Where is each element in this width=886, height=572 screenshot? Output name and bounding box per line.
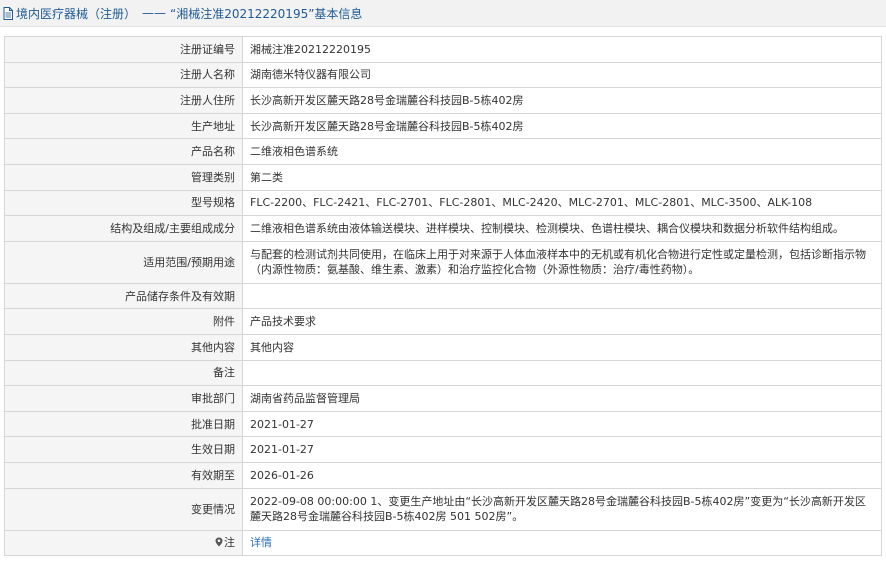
row-label: 产品储存条件及有效期 xyxy=(4,282,243,310)
row-value: 2026-01-26 xyxy=(242,461,882,489)
row-value: 产品技术要求 xyxy=(242,308,882,335)
row-value xyxy=(242,282,882,310)
row-value: 二维液相色谱系统由液体输送模块、进样模块、控制模块、检测模块、色谱柱模块、耦合仪… xyxy=(242,215,882,242)
note-row: 注 详情 xyxy=(4,529,882,557)
details-link[interactable]: 详情 xyxy=(250,536,272,549)
table-row: 注册人名称 湖南德米特仪器有限公司 xyxy=(4,61,882,89)
table-row: 适用范围/预期用途 与配套的检测试剂共同使用，在临床上用于对来源于人体血液样本中… xyxy=(4,240,882,284)
row-label: 生产地址 xyxy=(4,112,243,140)
row-label: 产品名称 xyxy=(4,138,243,165)
table-row: 审批部门 湖南省药品监督管理局 xyxy=(4,385,882,412)
header-category: 境内医疗器械（注册） xyxy=(16,6,137,21)
row-label: 注册人名称 xyxy=(4,61,243,89)
row-value: 湖南省药品监督管理局 xyxy=(242,385,882,412)
row-value: 2021-01-27 xyxy=(242,410,882,438)
table-row: 管理类别 第二类 xyxy=(4,163,882,191)
row-value: 湘械注准20212220195 xyxy=(242,36,882,63)
pin-icon xyxy=(215,537,223,547)
table-row: 结构及组成/主要组成成分 二维液相色谱系统由液体输送模块、进样模块、控制模块、检… xyxy=(4,215,882,242)
document-icon xyxy=(3,6,13,20)
row-label: 有效期至 xyxy=(4,461,243,489)
table-row: 有效期至 2026-01-26 xyxy=(4,461,882,489)
table-row: 变更情况 2022-09-08 00:00:00 1、变更生产地址由“长沙高新开… xyxy=(4,487,882,531)
row-value: 长沙高新开发区麓天路28号金瑞麓谷科技园B-5栋402房 xyxy=(242,87,882,114)
info-table: 注册证编号 湘械注准20212220195 注册人名称 湖南德米特仪器有限公司 … xyxy=(4,36,882,557)
row-value: 其他内容 xyxy=(242,333,882,361)
row-label: 其他内容 xyxy=(4,333,243,361)
row-label: 审批部门 xyxy=(4,385,243,412)
table-row: 型号规格 FLC-2200、FLC-2421、FLC-2701、FLC-2801… xyxy=(4,189,882,217)
row-value: 长沙高新开发区麓天路28号金瑞麓谷科技园B-5栋402房 xyxy=(242,112,882,140)
row-label: 附件 xyxy=(4,308,243,335)
row-value: FLC-2200、FLC-2421、FLC-2701、FLC-2801、MLC-… xyxy=(242,189,882,217)
row-value: 第二类 xyxy=(242,163,882,191)
row-label: 备注 xyxy=(4,359,243,387)
table-row: 附件 产品技术要求 xyxy=(4,308,882,335)
note-label-cell: 注 xyxy=(4,529,243,557)
table-row: 注册证编号 湘械注准20212220195 xyxy=(4,36,882,63)
row-label: 结构及组成/主要组成成分 xyxy=(4,215,243,242)
table-row: 生产地址 长沙高新开发区麓天路28号金瑞麓谷科技园B-5栋402房 xyxy=(4,112,882,140)
row-label: 管理类别 xyxy=(4,163,243,191)
row-label: 变更情况 xyxy=(4,487,243,531)
table-row: 备注 xyxy=(4,359,882,387)
note-label: 注 xyxy=(224,536,235,550)
row-value: 二维液相色谱系统 xyxy=(242,138,882,165)
row-label: 注册证编号 xyxy=(4,36,243,63)
row-label: 型号规格 xyxy=(4,189,243,217)
row-label: 适用范围/预期用途 xyxy=(4,240,243,284)
table-row: 产品储存条件及有效期 xyxy=(4,282,882,310)
row-value: 2022-09-08 00:00:00 1、变更生产地址由“长沙高新开发区麓天路… xyxy=(242,487,882,531)
table-row: 生效日期 2021-01-27 xyxy=(4,436,882,463)
table-row: 注册人住所 长沙高新开发区麓天路28号金瑞麓谷科技园B-5栋402房 xyxy=(4,87,882,114)
row-value xyxy=(242,359,882,387)
header-separator: —— xyxy=(142,6,167,20)
table-row: 其他内容 其他内容 xyxy=(4,333,882,361)
row-label: 批准日期 xyxy=(4,410,243,438)
note-value-cell: 详情 xyxy=(242,529,882,557)
row-label: 注册人住所 xyxy=(4,87,243,114)
header-title: “湘械注准20212220195”基本信息 xyxy=(170,6,363,21)
row-value: 2021-01-27 xyxy=(242,436,882,463)
row-value: 湖南德米特仪器有限公司 xyxy=(242,61,882,89)
row-value: 与配套的检测试剂共同使用，在临床上用于对来源于人体血液样本中的无机或有机化合物进… xyxy=(242,240,882,284)
page-header: 境内医疗器械（注册） —— “湘械注准20212220195”基本信息 xyxy=(0,0,886,27)
table-row: 批准日期 2021-01-27 xyxy=(4,410,882,438)
table-row: 产品名称 二维液相色谱系统 xyxy=(4,138,882,165)
row-label: 生效日期 xyxy=(4,436,243,463)
